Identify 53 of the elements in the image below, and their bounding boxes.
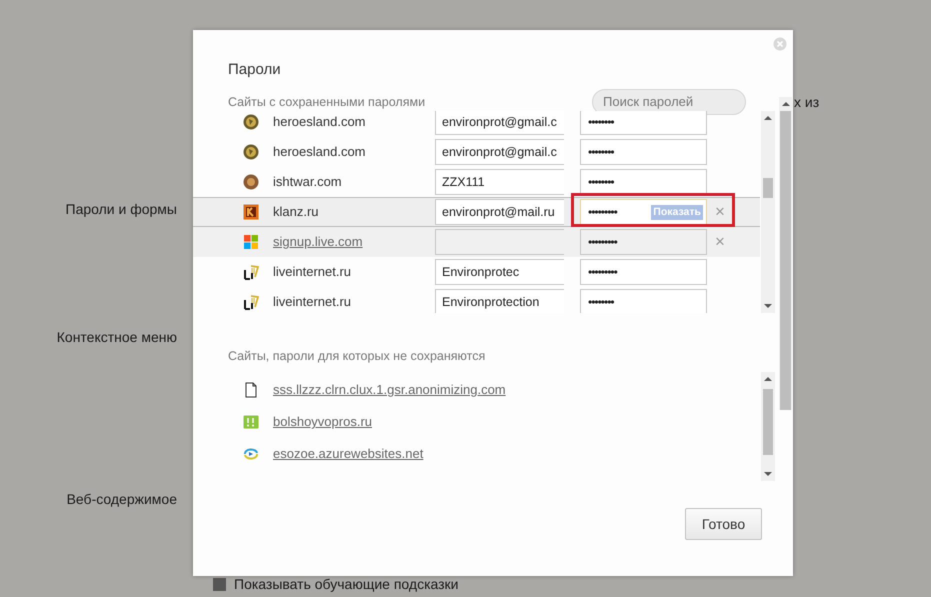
site-name: liveinternet.ru [273,293,352,311]
harp-icon [243,264,259,280]
letter-tile-icon [243,204,259,220]
password-field[interactable]: ••••••••• Показать [580,199,707,225]
done-button[interactable]: Готово [685,508,762,540]
site-name: liveinternet.ru [273,263,352,281]
section-heading: Сайты, пароли для которых не сохраняются [228,348,486,364]
site-name: ishtwar.com [273,173,343,191]
password-field[interactable]: ••••••••• [580,259,707,285]
password-field[interactable]: •••••••• [580,139,707,165]
exclamation-tile-icon [243,414,259,430]
section-label: Веб-содержимое [66,490,177,509]
password-row[interactable]: liveinternet.ru Environprotection •••••••• [193,287,760,313]
checkbox[interactable] [213,578,226,590]
harp-icon [243,294,259,310]
password-field[interactable]: •••••••• [580,111,707,135]
scrollbar[interactable] [761,372,775,481]
username-field[interactable]: Environprotection [435,289,564,313]
site-name: klanz.ru [273,203,320,221]
swirl-icon [243,446,259,462]
coin-icon [243,144,259,160]
password-row[interactable]: signup.live.com ••••••••• × [193,227,760,257]
partial-text: х из [794,94,820,110]
site-link[interactable]: signup.live.com [273,233,435,251]
password-field[interactable]: •••••••• [580,289,707,313]
scrollbar[interactable] [761,111,775,313]
coin-icon [243,114,259,130]
username-field[interactable]: environprot@gmail.c [435,139,564,165]
dialog-title: Пароли [228,61,281,79]
close-icon[interactable] [773,37,787,51]
password-field[interactable]: •••••••• [580,169,707,195]
password-row[interactable]: ishtwar.com ZZX111 •••••••• [193,167,760,197]
username-field[interactable]: environprot@mail.ru [435,199,564,225]
scrollbar[interactable] [779,97,792,410]
password-row[interactable]: liveinternet.ru Environprotec ••••••••• [193,257,760,287]
section-label: Контекстное меню [56,328,177,347]
site-link[interactable]: sss.llzzz.clrn.clux.1.gsr.anonimizing.com [273,381,506,399]
password-row[interactable]: heroesland.com environprot@gmail.c •••••••• [193,137,760,167]
document-icon [243,382,259,398]
password-field[interactable]: ••••••••• [580,229,707,255]
checkbox-label: Показывать обучающие подсказки [234,576,458,592]
section-heading: Сайты с сохраненными паролями [228,95,426,109]
username-field[interactable]: ZZX111 [435,169,564,195]
site-name: heroesland.com [273,143,366,161]
section-label: Пароли и формы [66,200,177,219]
username-field[interactable]: Environprotec [435,259,564,285]
username-field[interactable] [435,229,564,255]
site-link[interactable]: bolshoyvopros.ru [273,413,435,431]
site-name: heroesland.com [273,113,366,131]
four-squares-icon [243,234,259,250]
site-link[interactable]: esozoe.azurewebsites.net [273,445,435,463]
username-field[interactable]: environprot@gmail.c [435,111,564,135]
badge-icon [243,174,259,190]
